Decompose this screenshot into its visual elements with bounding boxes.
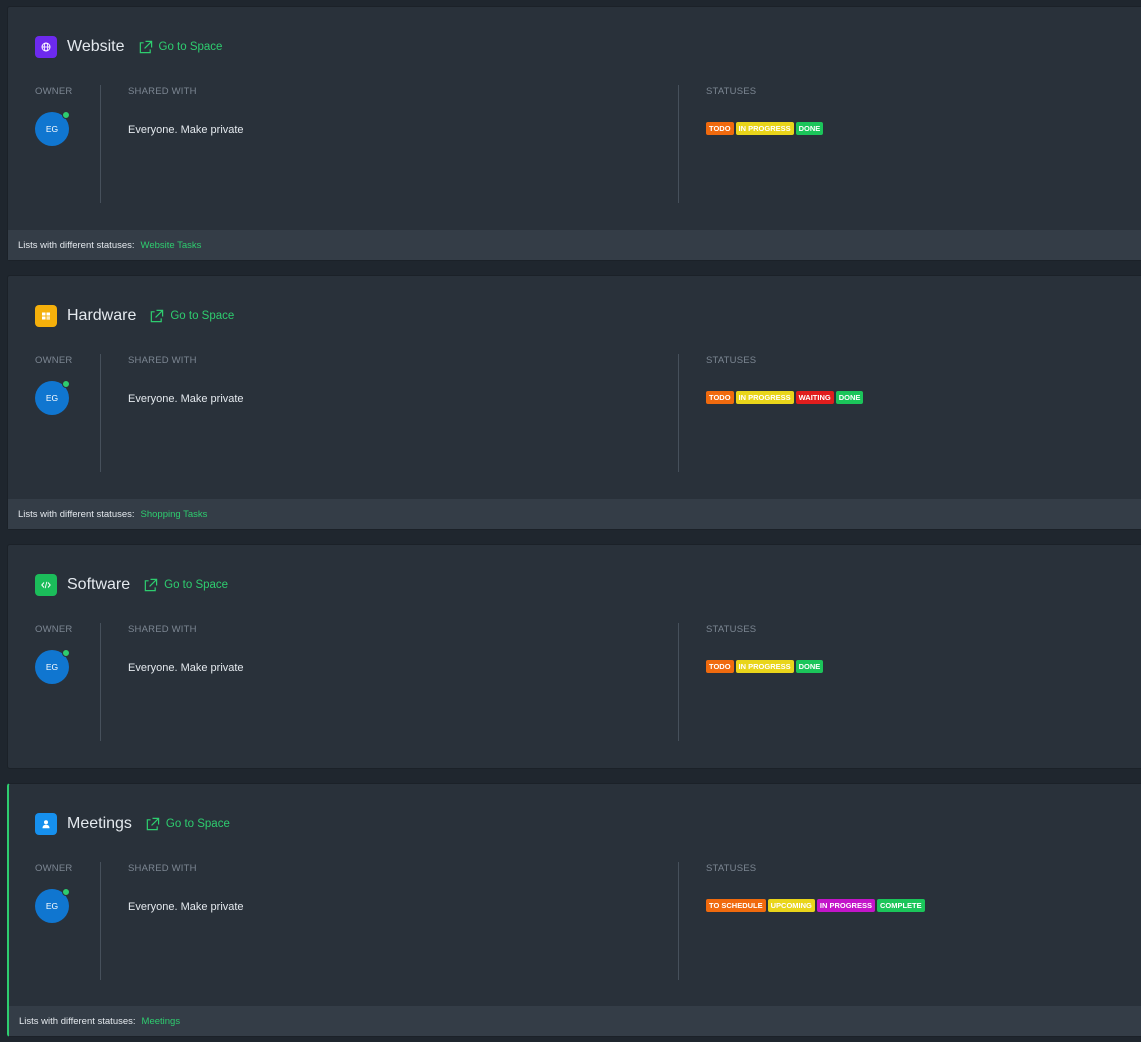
- shared-with-text[interactable]: Everyone. Make private: [128, 662, 244, 674]
- globe-icon[interactable]: [35, 36, 57, 58]
- statuses-label: STATUSES: [706, 624, 757, 635]
- online-status-dot: [62, 888, 70, 896]
- owner-avatar[interactable]: EG: [35, 380, 70, 415]
- shared-with-label: SHARED WITH: [128, 86, 197, 97]
- status-badge: DONE: [795, 122, 824, 135]
- status-badge: IN PROGRESS: [735, 122, 794, 135]
- status-badge: TODO: [706, 391, 734, 404]
- go-to-space-link[interactable]: Go to Space: [143, 578, 228, 593]
- status-badge: IN PROGRESS: [816, 899, 875, 912]
- footer-list-link[interactable]: Shopping Tasks: [141, 509, 208, 520]
- divider: [100, 862, 101, 980]
- divider: [678, 354, 679, 472]
- space-header: Hardware Go to Space: [35, 304, 234, 328]
- avatar-initials: EG: [45, 124, 59, 134]
- status-list: TO SCHEDULE UPCOMING IN PROGRESS COMPLET…: [706, 899, 925, 912]
- divider: [100, 623, 101, 741]
- owner-label: OWNER: [35, 624, 73, 635]
- divider: [678, 623, 679, 741]
- shared-with-text[interactable]: Everyone. Make private: [128, 393, 244, 405]
- owner-avatar[interactable]: EG: [35, 649, 70, 684]
- divider: [100, 354, 101, 472]
- avatar-initials: EG: [45, 393, 59, 403]
- go-to-space-link[interactable]: Go to Space: [145, 817, 230, 832]
- shared-with-text[interactable]: Everyone. Make private: [128, 124, 244, 136]
- owner-label: OWNER: [35, 86, 73, 97]
- go-to-space-label: Go to Space: [170, 310, 235, 322]
- card-footer: Lists with different statuses: Website T…: [8, 230, 1141, 260]
- space-header: Website Go to Space: [35, 35, 222, 59]
- shared-with-label: SHARED WITH: [128, 863, 197, 874]
- status-badge: WAITING: [795, 391, 834, 404]
- owner-avatar[interactable]: EG: [35, 888, 70, 923]
- status-list: TODO IN PROGRESS WAITING DONE: [706, 391, 864, 404]
- statuses-label: STATUSES: [706, 355, 757, 366]
- statuses-label: STATUSES: [706, 86, 757, 97]
- status-badge: IN PROGRESS: [735, 660, 794, 673]
- avatar-initials: EG: [45, 662, 59, 672]
- space-card-meetings: Meetings Go to Space OWNER SHARED WITH S…: [7, 783, 1141, 1037]
- shared-with-label: SHARED WITH: [128, 624, 197, 635]
- shared-with-label: SHARED WITH: [128, 355, 197, 366]
- status-badge: TODO: [706, 122, 734, 135]
- external-link-icon: [151, 309, 164, 322]
- status-badge: TODO: [706, 660, 734, 673]
- space-name: Website: [67, 38, 125, 55]
- go-to-space-link[interactable]: Go to Space: [149, 309, 234, 324]
- status-badge: IN PROGRESS: [735, 391, 794, 404]
- online-status-dot: [62, 649, 70, 657]
- status-badge: COMPLETE: [876, 899, 925, 912]
- space-header: Software Go to Space: [35, 573, 228, 597]
- external-link-icon: [139, 40, 152, 53]
- divider: [100, 85, 101, 203]
- owner-label: OWNER: [35, 863, 73, 874]
- divider: [678, 862, 679, 980]
- footer-label: Lists with different statuses:: [18, 508, 135, 520]
- go-to-space-label: Go to Space: [164, 579, 229, 591]
- online-status-dot: [62, 111, 70, 119]
- external-link-icon: [144, 578, 158, 591]
- avatar-initials: EG: [45, 901, 59, 911]
- status-badge: TO SCHEDULE: [706, 899, 766, 912]
- status-list: TODO IN PROGRESS DONE: [706, 660, 824, 673]
- card-footer: Lists with different statuses: Meetings: [9, 1006, 1141, 1036]
- space-card-hardware: Hardware Go to Space OWNER SHARED WITH S…: [7, 275, 1141, 530]
- grid-icon[interactable]: [35, 305, 57, 327]
- code-icon[interactable]: [35, 574, 57, 596]
- footer-label: Lists with different statuses:: [19, 1015, 136, 1027]
- footer-list-link[interactable]: Meetings: [142, 1016, 181, 1027]
- space-name: Hardware: [67, 307, 137, 324]
- space-header: Meetings Go to Space: [35, 812, 230, 836]
- external-link-icon: [146, 817, 160, 830]
- person-icon[interactable]: [35, 813, 57, 835]
- space-card-software: Software Go to Space OWNER SHARED WITH S…: [7, 544, 1141, 769]
- go-to-space-link[interactable]: Go to Space: [138, 40, 223, 55]
- status-badge: DONE: [835, 391, 864, 404]
- shared-with-text[interactable]: Everyone. Make private: [128, 901, 244, 913]
- status-list: TODO IN PROGRESS DONE: [706, 122, 824, 135]
- online-status-dot: [62, 380, 70, 388]
- space-name: Meetings: [67, 815, 132, 832]
- space-card-website: Website Go to Space OWNER SHARED WITH ST…: [7, 6, 1141, 261]
- footer-list-link[interactable]: Website Tasks: [141, 240, 202, 251]
- divider: [678, 85, 679, 203]
- card-footer: Lists with different statuses: Shopping …: [8, 499, 1141, 529]
- status-badge: DONE: [795, 660, 824, 673]
- status-badge: UPCOMING: [767, 899, 815, 912]
- footer-label: Lists with different statuses:: [18, 239, 135, 251]
- go-to-space-label: Go to Space: [165, 818, 230, 830]
- owner-label: OWNER: [35, 355, 73, 366]
- statuses-label: STATUSES: [706, 863, 757, 874]
- go-to-space-label: Go to Space: [158, 41, 223, 53]
- owner-avatar[interactable]: EG: [35, 111, 70, 146]
- space-name: Software: [67, 576, 131, 593]
